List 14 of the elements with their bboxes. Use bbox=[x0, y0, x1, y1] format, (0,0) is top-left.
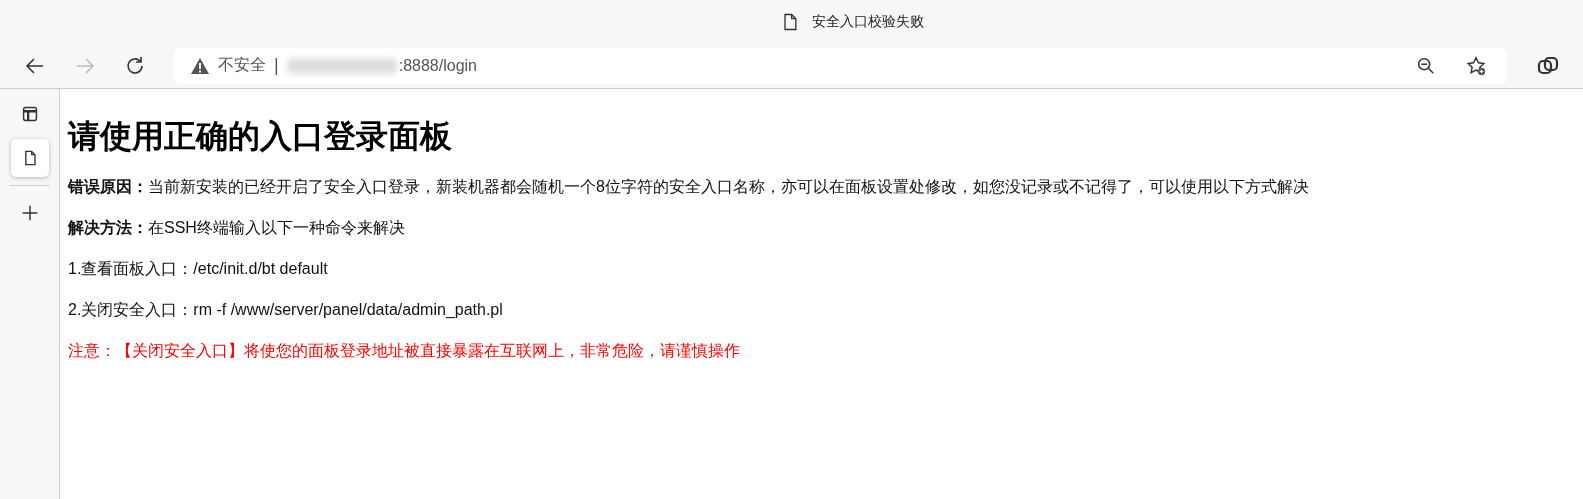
star-plus-icon bbox=[1465, 54, 1487, 77]
url-text: :8888/login bbox=[398, 56, 477, 75]
separator-text: | bbox=[274, 55, 279, 76]
paragraph: 错误原因：当前新安装的已经开启了安全入口登录，新装机器都会随机一个8位字符的安全入口名称，亦可以在面板设置处修改，如您没记录或不记得了，可以使用以下方式解决 bbox=[68, 177, 1310, 196]
warning-text: 注意：【关闭安全入口】将使您的面板登录地址被直接暴露在互联网上，非常危险，请谨慎操作 bbox=[68, 341, 741, 360]
paragraph: 2.关闭安全入口：rm -f /www/server/panel/data/admin_path.pl bbox=[68, 300, 504, 319]
security-label: 不安全 bbox=[218, 55, 266, 75]
window-title: 安全入口校验失败 bbox=[811, 12, 924, 31]
paragraph: 解决方法：在SSH终端输入以下一种命令来解决 bbox=[68, 218, 406, 237]
warning-icon bbox=[190, 56, 210, 75]
address-bar[interactable]: 不安全 | :8888/login bbox=[174, 47, 1507, 84]
paragraph: 1.查看面板入口：/etc/init.d/bt default bbox=[68, 259, 329, 278]
page-heading: 请使用正确的入口登录面板 bbox=[68, 117, 453, 156]
page-tab[interactable] bbox=[10, 139, 49, 177]
